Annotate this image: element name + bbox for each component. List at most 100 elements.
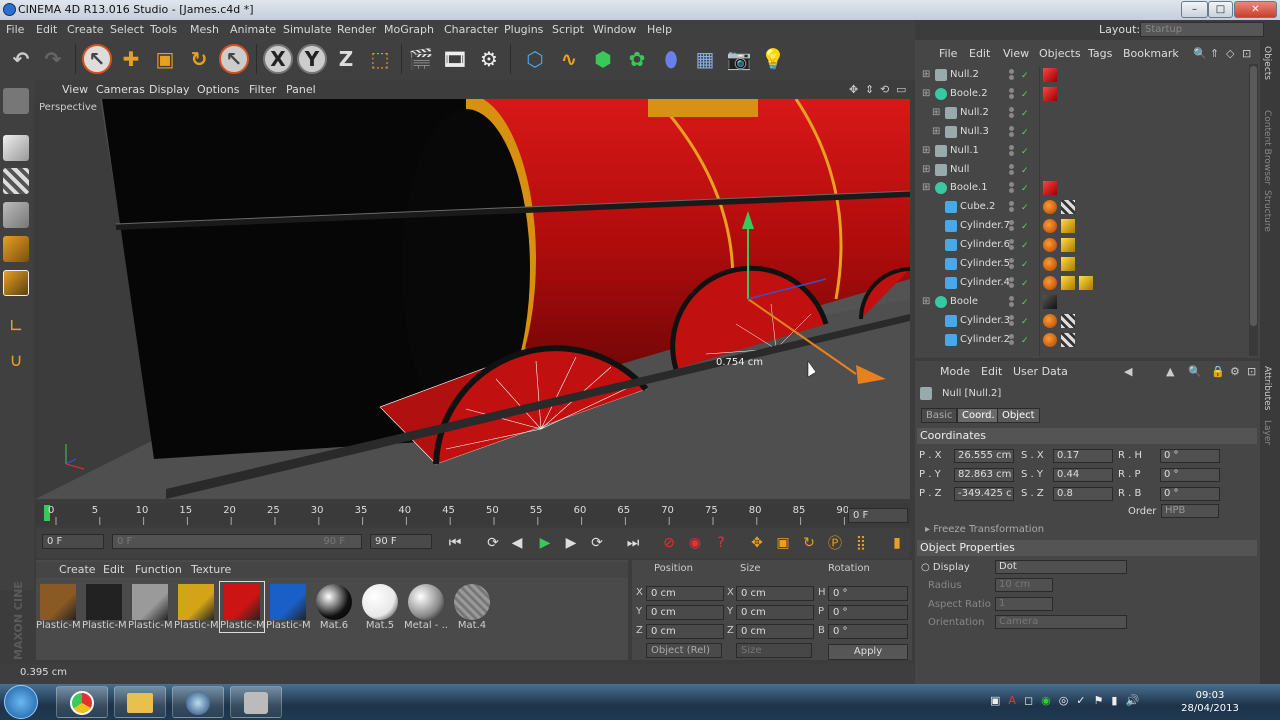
move-icon[interactable]: ✚ xyxy=(116,44,146,74)
object-menu-objects[interactable]: Objects xyxy=(1039,47,1081,60)
end-frame-field[interactable]: 90 F xyxy=(370,534,432,549)
object-name[interactable]: Boole.1 xyxy=(950,182,988,193)
volume-icon[interactable]: 🔊 xyxy=(1125,694,1139,710)
phong-tag-icon[interactable] xyxy=(1043,275,1057,290)
rotation-field[interactable]: 0 ° xyxy=(828,624,908,639)
object-name[interactable]: Cylinder.6 xyxy=(960,239,1010,250)
keyframe-selection-icon[interactable]: ? xyxy=(710,532,732,554)
visibility-dots[interactable]: ✓ xyxy=(1009,163,1029,176)
material-swatch[interactable]: Plastic-M xyxy=(219,581,265,633)
red-tag-icon[interactable] xyxy=(1043,68,1057,82)
phong-tag-icon[interactable] xyxy=(1043,238,1057,253)
light-icon[interactable]: 💡 xyxy=(758,44,788,74)
taskbar-explorer-button[interactable] xyxy=(114,686,166,718)
viewport-menu-display[interactable]: Display xyxy=(149,83,190,96)
object-nav-icon[interactable]: ◇ xyxy=(1226,47,1234,60)
rotation-value-field[interactable]: 0 ° xyxy=(1160,487,1220,501)
coordinates-section-header[interactable]: Coordinates xyxy=(917,428,1257,444)
network-icon[interactable]: ▮ xyxy=(1111,694,1117,710)
step-back-icon[interactable]: ◀ xyxy=(506,532,528,554)
visibility-dots[interactable]: ✓ xyxy=(1009,69,1029,81)
position-field[interactable]: 0 cm xyxy=(646,624,724,639)
visibility-dots[interactable]: ✓ xyxy=(1009,125,1029,138)
render-view-icon[interactable]: 🎬 xyxy=(406,44,436,74)
polygons-mode-icon[interactable] xyxy=(3,270,29,296)
object-menu-file[interactable]: File xyxy=(939,47,957,60)
cube-icon[interactable]: ⬡ xyxy=(520,44,550,74)
object-row[interactable]: Cylinder.3 ✓ xyxy=(915,312,1249,331)
menu-render[interactable]: Render xyxy=(337,23,376,36)
go-to-end-icon[interactable]: ⏭ xyxy=(622,532,644,554)
start-frame-field[interactable]: 0 F xyxy=(42,534,104,549)
points-mode-icon[interactable] xyxy=(3,202,29,228)
object-menu-view[interactable]: View xyxy=(1003,47,1029,60)
position-value-field[interactable]: -349.425 c xyxy=(954,487,1014,501)
subdivision-surface-icon[interactable]: ⬢ xyxy=(588,44,618,74)
key-position-icon[interactable]: ✥ xyxy=(746,532,768,554)
object-row[interactable]: Cylinder.2 ✓ xyxy=(915,331,1249,350)
x-axis-lock-icon[interactable]: X xyxy=(263,44,293,74)
camera-icon[interactable]: 📷 xyxy=(724,44,754,74)
maximize-button[interactable]: □ xyxy=(1208,1,1233,18)
model-mode-icon[interactable] xyxy=(3,135,29,161)
tab-basic[interactable]: Basic xyxy=(921,408,958,423)
menu-file[interactable]: File xyxy=(6,23,24,36)
close-button[interactable]: ✕ xyxy=(1234,1,1277,18)
current-frame-field[interactable]: 0 F xyxy=(848,508,908,523)
viewport-menu-view[interactable]: View xyxy=(62,83,88,96)
object-name[interactable]: Null.3 xyxy=(960,126,989,137)
spline-pen-icon[interactable]: ∿ xyxy=(554,44,584,74)
render-picture-viewer-icon[interactable]: 🎞 xyxy=(440,44,470,74)
viewport-menu-options[interactable]: Options xyxy=(197,83,239,96)
visibility-dots[interactable]: ✓ xyxy=(1009,144,1029,157)
visibility-dots[interactable]: ✓ xyxy=(1009,295,1029,308)
acrobat-icon[interactable]: A xyxy=(1008,694,1016,710)
tray-icon-1[interactable]: ▣ xyxy=(990,694,1000,710)
expand-toggle-icon[interactable]: ⊞ xyxy=(922,182,930,193)
layout-dropdown[interactable]: Startup xyxy=(1140,22,1264,37)
rotation-field[interactable]: 0 ° xyxy=(828,586,908,601)
yellow-tag-icon[interactable] xyxy=(1079,275,1093,290)
object-row[interactable]: Cylinder.5 ✓ xyxy=(915,255,1249,274)
edges-mode-icon[interactable] xyxy=(3,236,29,262)
taskbar-cinema4d-button[interactable] xyxy=(172,686,224,718)
viewport-menu-cameras[interactable]: Cameras xyxy=(96,83,145,96)
scale-icon[interactable]: ▣ xyxy=(150,44,180,74)
visibility-dots[interactable]: ✓ xyxy=(1009,276,1029,289)
object-row[interactable]: ⊞ Null.1 ✓ xyxy=(915,142,1249,161)
side-tab-attributes[interactable]: Attributes xyxy=(1262,366,1272,410)
viewport-menu-panel[interactable]: Panel xyxy=(286,83,316,96)
recent-tool-icon[interactable]: ↖ xyxy=(219,44,249,74)
attr-up-icon[interactable]: ▲ xyxy=(1166,365,1174,378)
object-name[interactable]: Boole.2 xyxy=(950,88,988,99)
phong-tag-icon[interactable] xyxy=(1043,257,1057,271)
material-swatch[interactable]: Plastic-M xyxy=(174,582,218,632)
position-field[interactable]: 0 cm xyxy=(646,586,724,601)
autokey-icon[interactable]: ◉ xyxy=(684,532,706,554)
position-value-field[interactable]: 26.555 cm xyxy=(954,449,1014,463)
deformer-icon[interactable]: ⬮ xyxy=(656,44,686,74)
expand-toggle-icon[interactable]: ⊞ xyxy=(922,69,930,80)
undo-icon[interactable]: ↶ xyxy=(6,44,36,74)
object-name[interactable]: Null xyxy=(950,164,969,175)
object-name[interactable]: Null.1 xyxy=(950,145,979,156)
expand-toggle-icon[interactable]: ⊞ xyxy=(932,107,940,118)
snap-magnet-icon[interactable]: ∪ xyxy=(3,350,29,376)
step-forward-icon[interactable]: ▶ xyxy=(560,532,582,554)
loop-forward-icon[interactable]: ⟳ xyxy=(586,532,608,554)
visibility-dots[interactable]: ✓ xyxy=(1009,258,1029,270)
object-new-window-icon[interactable]: ⊡ xyxy=(1242,47,1251,60)
coordinate-mode-dropdown[interactable]: Object (Rel) xyxy=(646,643,722,658)
taskbar-clock[interactable]: 09:03 28/04/2013 xyxy=(1180,689,1240,715)
object-row[interactable]: ⊞ Null ✓ xyxy=(915,161,1249,180)
object-row[interactable]: Cylinder.7 ✓ xyxy=(915,217,1249,236)
attr-search-icon[interactable]: 🔍 xyxy=(1188,365,1202,378)
rotation-field[interactable]: 0 ° xyxy=(828,605,908,620)
menu-select[interactable]: Select xyxy=(110,23,144,36)
material-menu-edit[interactable]: Edit xyxy=(103,563,124,576)
object-name[interactable]: Cylinder.4 xyxy=(960,277,1010,288)
phong-tag-icon[interactable] xyxy=(1043,332,1057,347)
size-field[interactable]: 0 cm xyxy=(736,624,814,639)
coordinate-system-icon[interactable]: ⬚ xyxy=(365,44,395,74)
z-axis-lock-icon[interactable]: Z xyxy=(331,44,361,74)
